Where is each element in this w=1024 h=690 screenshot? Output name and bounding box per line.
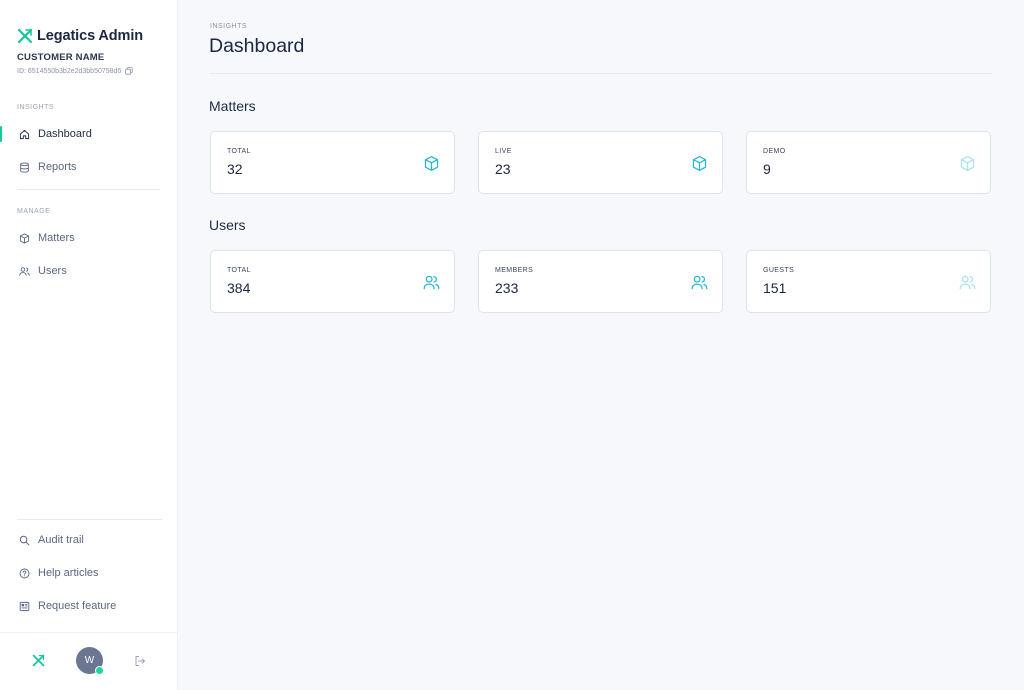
stat-label: DEMO [763,148,786,155]
box-icon [692,156,707,171]
sidebar-item-label: Request feature [38,600,117,612]
stat-value: 23 [495,161,511,177]
window-icon [19,601,30,611]
sidebar-item-reports[interactable]: Reports [0,156,177,178]
sidebar-item-label: Users [38,265,67,277]
stat-card-users-total[interactable]: TOTAL 384 [210,250,455,313]
stat-value: 384 [227,280,251,296]
box-icon [19,232,30,244]
sidebar-item-label: Audit trail [38,534,84,546]
box-icon [424,156,439,171]
stat-card-matters-total[interactable]: TOTAL 32 [210,131,455,194]
main-content: INSIGHTS Dashboard Matters TOTAL 32 LIVE… [178,0,1024,690]
sidebar-divider [17,189,160,190]
box-icon [960,156,975,171]
matters-section-title: Matters [209,98,256,114]
copy-icon[interactable] [125,67,133,75]
customer-id: ID: 6514550b3b2e2d3bb50758d6 [17,67,133,75]
legatics-logo-icon [17,28,33,44]
sidebar: Legatics Admin CUSTOMER NAME ID: 6514550… [0,0,178,690]
title-divider [210,73,992,74]
app-title: Legatics Admin [37,28,144,44]
stat-value: 32 [227,161,243,177]
users-icon [423,275,440,290]
sidebar-item-matters[interactable]: Matters [0,227,177,249]
stat-label: GUESTS [763,267,795,274]
page-title: Dashboard [209,35,305,57]
sidebar-item-label: Help articles [38,567,99,579]
sidebar-footer: W [0,632,177,690]
section-label-insights: INSIGHTS [17,104,55,111]
sidebar-item-label: Reports [38,161,77,173]
brand[interactable]: Legatics Admin [17,28,143,44]
breadcrumb: INSIGHTS [210,23,248,30]
stat-label: LIVE [495,148,512,155]
online-status-indicator [95,666,104,675]
stat-label: TOTAL [227,267,251,274]
stat-label: TOTAL [227,148,251,155]
stat-value: 151 [763,280,787,296]
users-icon [959,275,976,290]
customer-name: CUSTOMER NAME [17,52,105,63]
stat-card-users-members[interactable]: MEMBERS 233 [478,250,723,313]
sidebar-item-help-articles[interactable]: Help articles [0,562,177,584]
stat-label: MEMBERS [495,267,534,274]
stat-card-users-guests[interactable]: GUESTS 151 [746,250,991,313]
sidebar-item-users[interactable]: Users [0,260,177,282]
legatics-logo-icon[interactable] [32,654,45,667]
stat-card-matters-live[interactable]: LIVE 23 [478,131,723,194]
customer-id-text: ID: 6514550b3b2e2d3bb50758d6 [17,67,122,75]
search-icon [19,535,30,545]
sidebar-item-dashboard[interactable]: Dashboard [0,123,177,145]
section-label-manage: MANAGE [17,208,51,215]
help-circle-icon [19,568,30,578]
sidebar-item-request-feature[interactable]: Request feature [0,595,177,617]
stat-value: 9 [763,161,771,177]
users-section-title: Users [209,217,246,233]
stat-card-matters-demo[interactable]: DEMO 9 [746,131,991,194]
sidebar-divider [17,519,162,520]
sidebar-item-audit-trail[interactable]: Audit trail [0,529,177,551]
users-icon [691,275,708,290]
avatar-initial: W [84,655,95,666]
users-icon [19,266,30,276]
sidebar-item-label: Matters [38,232,75,244]
home-icon [19,129,30,139]
sidebar-item-label: Dashboard [38,128,92,140]
stat-value: 233 [495,280,519,296]
logout-icon[interactable] [134,655,146,667]
database-icon [20,161,29,173]
